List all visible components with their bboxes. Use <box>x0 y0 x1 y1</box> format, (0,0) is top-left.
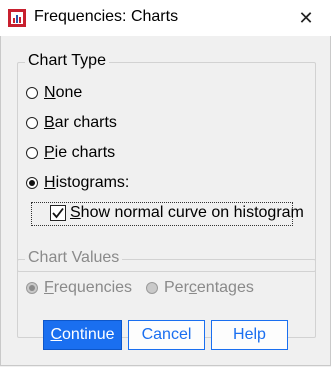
help-button[interactable]: Help <box>211 320 288 350</box>
close-icon[interactable]: ✕ <box>293 6 319 30</box>
radio-frequencies-icon[interactable] <box>26 282 38 294</box>
radio-percentages-label: Percentages <box>164 279 254 296</box>
spss-app-icon <box>8 9 26 27</box>
chart-values-label: Chart Values <box>25 249 123 267</box>
radio-none-label: None <box>44 84 83 101</box>
radio-none[interactable]: None <box>26 84 82 102</box>
window-title: Frequencies: Charts <box>34 8 179 25</box>
radio-percentages[interactable]: Percentages <box>146 279 254 297</box>
radio-none-icon[interactable] <box>26 87 38 99</box>
radio-frequencies[interactable]: Frequencies <box>26 279 132 297</box>
radio-histograms[interactable]: Histograms: <box>26 174 129 192</box>
radio-frequencies-label: Frequencies <box>44 279 133 296</box>
cancel-button[interactable]: Cancel <box>128 320 205 350</box>
title-bar: Frequencies: Charts ✕ <box>0 0 331 36</box>
radio-histograms-label: Histograms: <box>44 174 130 191</box>
radio-histograms-icon[interactable] <box>26 177 38 189</box>
dialog-body: Chart Type None Bar charts Pie charts Hi… <box>0 36 331 366</box>
radio-bar-charts[interactable]: Bar charts <box>26 114 117 132</box>
chart-type-label: Chart Type <box>25 52 109 70</box>
checkbox-checked-icon[interactable] <box>50 205 66 221</box>
continue-button[interactable]: Continue <box>43 320 122 350</box>
radio-bar-charts-label: Bar charts <box>44 114 117 131</box>
radio-percentages-icon[interactable] <box>146 282 158 294</box>
radio-pie-charts[interactable]: Pie charts <box>26 144 115 162</box>
radio-pie-charts-label: Pie charts <box>44 144 116 161</box>
radio-pie-charts-icon[interactable] <box>26 147 38 159</box>
checkbox-normal-curve-label: Show normal curve on histogram <box>70 204 304 221</box>
radio-bar-charts-icon[interactable] <box>26 117 38 129</box>
checkbox-normal-curve[interactable]: Show normal curve on histogram <box>50 204 304 222</box>
